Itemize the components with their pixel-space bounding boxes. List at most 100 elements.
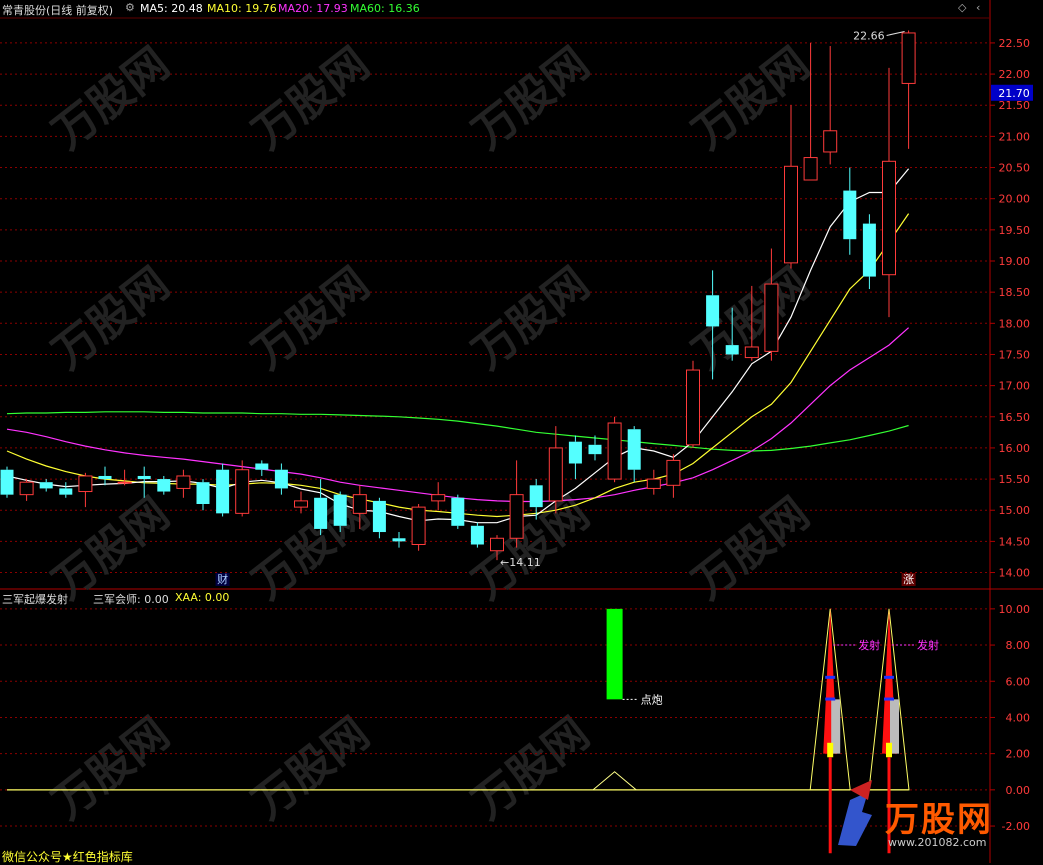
candle-body-down [314,497,328,529]
candle-body-down [255,463,269,470]
candle-body-down [725,345,739,355]
brand-mascot-icon [838,792,872,846]
indicator-name[interactable]: 三军起爆发射 [2,591,68,607]
candle-body-up [744,346,759,359]
candle-body-down [372,500,386,533]
rocket-flame [827,742,834,758]
candle-body-up [431,494,446,502]
watermark-text: 万股网 [463,258,598,379]
watermark-text: 万股网 [683,38,818,159]
candle-body-up [294,500,308,508]
price-tick-label: 16.50 [999,411,1031,424]
fashe-label: 发射 [917,638,939,652]
price-tick-label: 16.00 [999,442,1031,455]
candle-body-down [862,223,876,277]
indicator-tick-label: 6.00 [1006,675,1031,688]
indicator-tick-label: 8.00 [1006,639,1031,652]
stock-chart-svg: 14.00 14.50 15.00 15.50 16.00 16.50 17.00 17.50… [0,0,1043,863]
ma10-label: MA10: 19.76 [207,2,277,15]
ma60-line [6,411,909,452]
candle-body-up [784,165,798,264]
candle-body-down [451,497,465,526]
candle-body-down [529,485,543,508]
chevron-left-icon[interactable]: ‹ [976,1,980,14]
candle-body-down [470,525,484,545]
indicator-tick-label: 10.00 [999,603,1031,616]
price-tick-label: 18.50 [999,286,1031,299]
candle-body-up [548,447,563,502]
candle-body-down [137,475,151,480]
dianpao-label: 点炮 [641,693,663,706]
watermark-text: 万股网 [683,488,818,609]
watermark-text: 万股网 [243,708,378,829]
rocket-flame [886,742,892,758]
candle-body-down [588,444,602,455]
price-tick-label: 20.50 [999,162,1031,175]
price-tick-label: 21.00 [999,130,1031,143]
ma20-label: MA20: 17.93 [278,2,348,15]
candle-body-down [216,469,230,514]
rocket-band [884,697,894,701]
settings-icon[interactable]: ⚙ [125,1,135,14]
indicator-tick-label: 0.00 [1006,784,1031,797]
candle-body-up [803,157,818,181]
candle-body-down [0,469,14,495]
price-tick-label: 17.00 [999,380,1031,393]
candle-body-down [39,482,53,489]
price-tick-label: 14.50 [999,535,1031,548]
indicator-v2-label: XAA: 0.00 [175,591,230,604]
candle-body-down [59,488,73,495]
candle-body-down [274,469,288,489]
brand-url: www.201082.com [888,836,987,849]
watermark-text: 万股网 [43,258,178,379]
high-price-label: 22.66 [853,29,885,42]
candle-body-up [19,481,34,496]
candle-body-up [235,469,250,514]
indicator-tick-label: -2.00 [1002,820,1030,833]
low-price-label: ←14.11 [500,556,541,569]
watermark-text: 万股网 [243,258,378,379]
candle-body-up [78,475,93,493]
candle-body-up [764,283,779,352]
price-tick-label: 22.50 [999,37,1031,50]
ma20-line [6,327,909,503]
candle-body-up [411,506,426,546]
price-tick-label: 15.00 [999,504,1031,517]
ma60-label: MA60: 16.36 [350,2,420,15]
watermark-text: 万股网 [243,38,378,159]
candle-body-down [843,190,857,240]
watermark-text: 万股网 [683,258,818,379]
event-marker: 财 [217,572,228,586]
fashe-label: 发射 [858,638,880,652]
candle-body-down [98,475,112,480]
candle-body-down [568,441,582,464]
watermark-text: 万股网 [463,38,598,159]
watermark-text: 万股网 [43,708,178,829]
candle-body-up [490,537,504,552]
price-tick-label: 19.50 [999,224,1031,237]
rocket-band [825,697,836,701]
watermark-text: 万股网 [43,38,178,159]
event-marker: 涨 [903,573,914,586]
price-tick-label: 20.00 [999,193,1031,206]
chart-title[interactable]: 常青股份(日线 前复权) [2,2,113,18]
price-tick-label: 19.00 [999,255,1031,268]
candle-body-up [646,478,661,489]
candle-body-up [607,422,622,480]
dianpao-bar [606,608,623,700]
candle-body-up [882,160,896,276]
candle-body-down [392,538,406,542]
brand-logo: 万股网 [885,800,993,840]
diamond-icon[interactable]: ◇ [958,1,966,14]
price-tick-label: 21.50 [999,99,1031,112]
indicator-v1-label: 三军会师: 0.00 [93,593,169,606]
price-tick-label: 14.00 [999,567,1031,580]
rocket-band [825,675,836,679]
ma10-line [6,213,910,518]
candle-body-up [901,32,916,84]
candle-body-up [666,459,681,486]
indicator-tick-label: 4.00 [1006,711,1031,724]
rocket-band [884,675,894,679]
candle-body-down [333,494,347,526]
candle-body-up [117,481,132,484]
